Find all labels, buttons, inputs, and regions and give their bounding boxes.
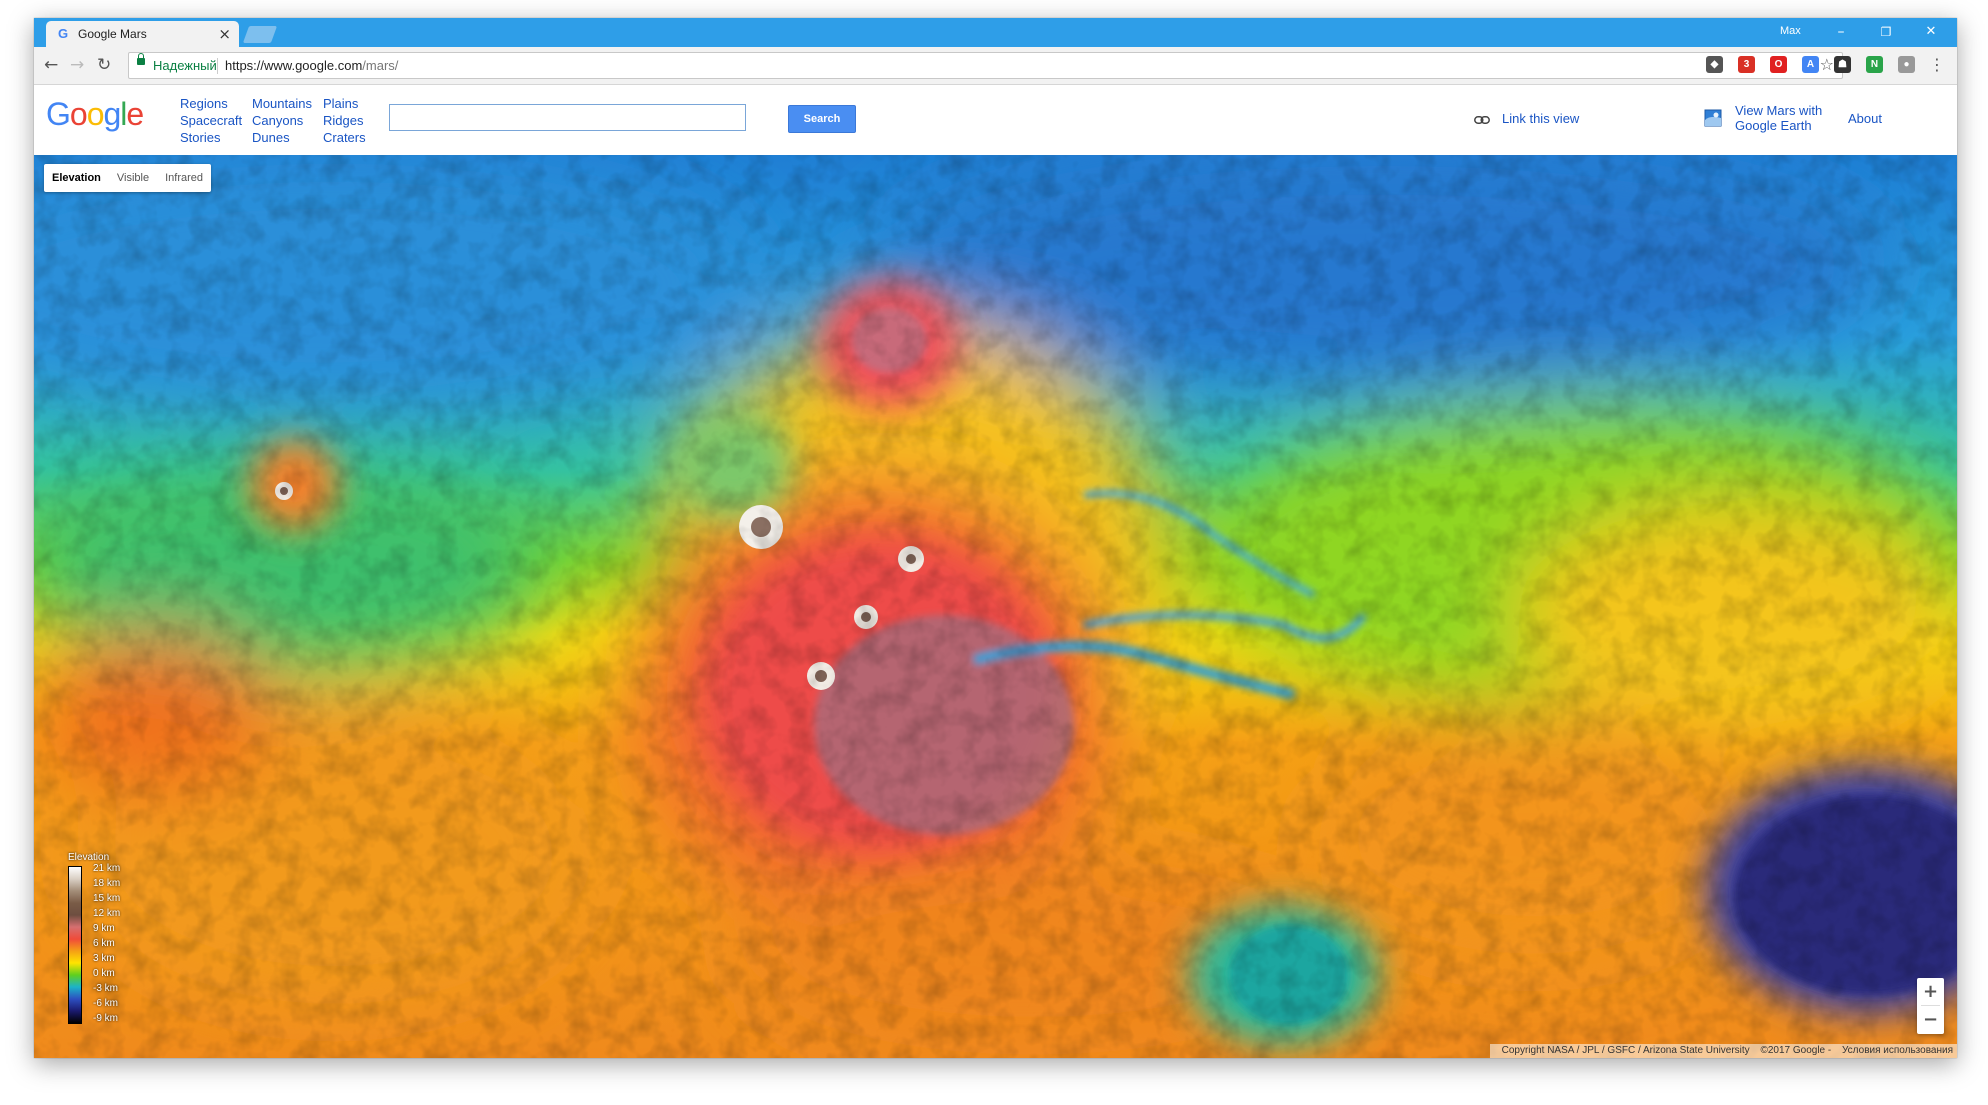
view-in-google-earth-link[interactable]: View Mars with Google Earth: [1735, 103, 1822, 133]
link-chain-icon[interactable]: [1474, 116, 1490, 124]
address-bar[interactable]: Надежный https://www.google.com/mars/ ☆: [128, 52, 1843, 79]
ext-red-icon[interactable]: 3: [1738, 56, 1755, 73]
about-link[interactable]: About: [1848, 111, 1882, 126]
omnibox-separator: [217, 58, 218, 74]
nav-link-plains[interactable]: Plains: [323, 95, 366, 112]
google-logo[interactable]: Google: [46, 96, 144, 133]
nav-column-3: Plains Ridges Craters: [323, 95, 366, 146]
legend-label: 15 km: [93, 893, 121, 904]
url-text[interactable]: https://www.google.com/mars/: [225, 58, 398, 73]
nav-link-mountains[interactable]: Mountains: [252, 95, 312, 112]
tab-close-icon[interactable]: ×: [218, 25, 231, 43]
opera-icon[interactable]: O: [1770, 56, 1787, 73]
legend-label: 6 km: [93, 938, 115, 949]
nav-column-1: Regions Spacecraft Stories: [180, 95, 242, 146]
new-tab-button[interactable]: [242, 26, 278, 43]
bookmark-star-icon[interactable]: ☆: [1820, 55, 1834, 74]
zoom-out-button[interactable]: −: [1917, 1006, 1944, 1034]
map-type-elevation[interactable]: Elevation: [44, 164, 109, 192]
browser-tab[interactable]: G Google Mars ×: [46, 21, 239, 47]
nav-link-regions[interactable]: Regions: [180, 95, 242, 112]
lock-icon: [137, 53, 145, 65]
link-this-view[interactable]: Link this view: [1502, 111, 1579, 126]
pocket-icon[interactable]: ◆: [1706, 56, 1723, 73]
nav-link-craters[interactable]: Craters: [323, 129, 366, 146]
nav-link-dunes[interactable]: Dunes: [252, 129, 312, 146]
close-window-button[interactable]: ✕: [1914, 22, 1948, 42]
google-earth-icon[interactable]: [1704, 109, 1722, 127]
copyright-year: ©2017 Google -: [1760, 1045, 1832, 1056]
nav-link-spacecraft[interactable]: Spacecraft: [180, 112, 242, 129]
url-host: https://www.google.com: [225, 58, 363, 73]
translate-icon[interactable]: A: [1802, 56, 1819, 73]
map-type-infrared[interactable]: Infrared: [157, 164, 211, 192]
map-copyright: Copyright NASA / JPL / GSFC / Arizona St…: [1489, 1044, 1957, 1058]
mars-header: Google Regions Spacecraft Stories Mounta…: [34, 85, 1957, 156]
legend-label: 18 km: [93, 878, 121, 889]
copyright-text: Copyright NASA / JPL / GSFC / Arizona St…: [1501, 1045, 1750, 1056]
mars-map[interactable]: Elevation Visible Infrared Elevation 21 …: [34, 155, 1957, 1058]
legend-label: 3 km: [93, 953, 115, 964]
legend-title: Elevation: [68, 852, 110, 863]
url-path: /mars/: [362, 58, 399, 73]
title-bar: G Google Mars × Max – ❐ ✕: [34, 18, 1957, 47]
minimize-button[interactable]: –: [1824, 22, 1858, 42]
earth-link-line1: View Mars with: [1735, 103, 1823, 118]
back-icon[interactable]: ←: [44, 55, 58, 75]
browser-window: G Google Mars × Max – ❐ ✕ ← → ↻ Надежный…: [34, 18, 1957, 1058]
restore-button[interactable]: ❐: [1869, 22, 1903, 42]
legend-label: 21 km: [93, 863, 121, 874]
elevation-map-image[interactable]: [34, 155, 1957, 1058]
legend-label: 12 km: [93, 908, 121, 919]
nav-link-stories[interactable]: Stories: [180, 129, 242, 146]
legend-color-bar: [68, 866, 82, 1024]
legend-label: 0 km: [93, 968, 115, 979]
profile-name[interactable]: Max: [1780, 25, 1801, 37]
earth-link-line2: Google Earth: [1735, 118, 1812, 133]
legend-label: -6 km: [93, 998, 118, 1009]
terms-link[interactable]: Условия использования: [1842, 1045, 1953, 1056]
reload-icon[interactable]: ↻: [97, 55, 111, 75]
google-favicon-icon: G: [58, 26, 69, 41]
zoom-separator: [1921, 1005, 1940, 1006]
nav-column-2: Mountains Canyons Dunes: [252, 95, 312, 146]
legend-label: 9 km: [93, 923, 115, 934]
search-button[interactable]: Search: [788, 105, 856, 133]
secure-label: Надежный: [153, 58, 217, 73]
legend-label: -3 km: [93, 983, 118, 994]
map-type-switcher: Elevation Visible Infrared: [44, 164, 212, 192]
address-toolbar: ← → ↻ Надежный https://www.google.com/ma…: [34, 47, 1957, 85]
legend-label: -9 km: [93, 1013, 118, 1024]
zoom-in-button[interactable]: +: [1917, 978, 1944, 1006]
new-ext-icon[interactable]: N: [1866, 56, 1883, 73]
zoom-control: + −: [1917, 978, 1944, 1034]
map-type-visible[interactable]: Visible: [109, 164, 157, 192]
nav-link-canyons[interactable]: Canyons: [252, 112, 312, 129]
ghost-icon[interactable]: ☗: [1834, 56, 1851, 73]
browser-menu-icon[interactable]: ⋮: [1929, 55, 1945, 74]
search-input[interactable]: [389, 104, 746, 131]
shield-icon[interactable]: ●: [1898, 56, 1915, 73]
forward-icon[interactable]: →: [70, 55, 84, 75]
tab-title: Google Mars: [78, 27, 147, 41]
nav-link-ridges[interactable]: Ridges: [323, 112, 366, 129]
